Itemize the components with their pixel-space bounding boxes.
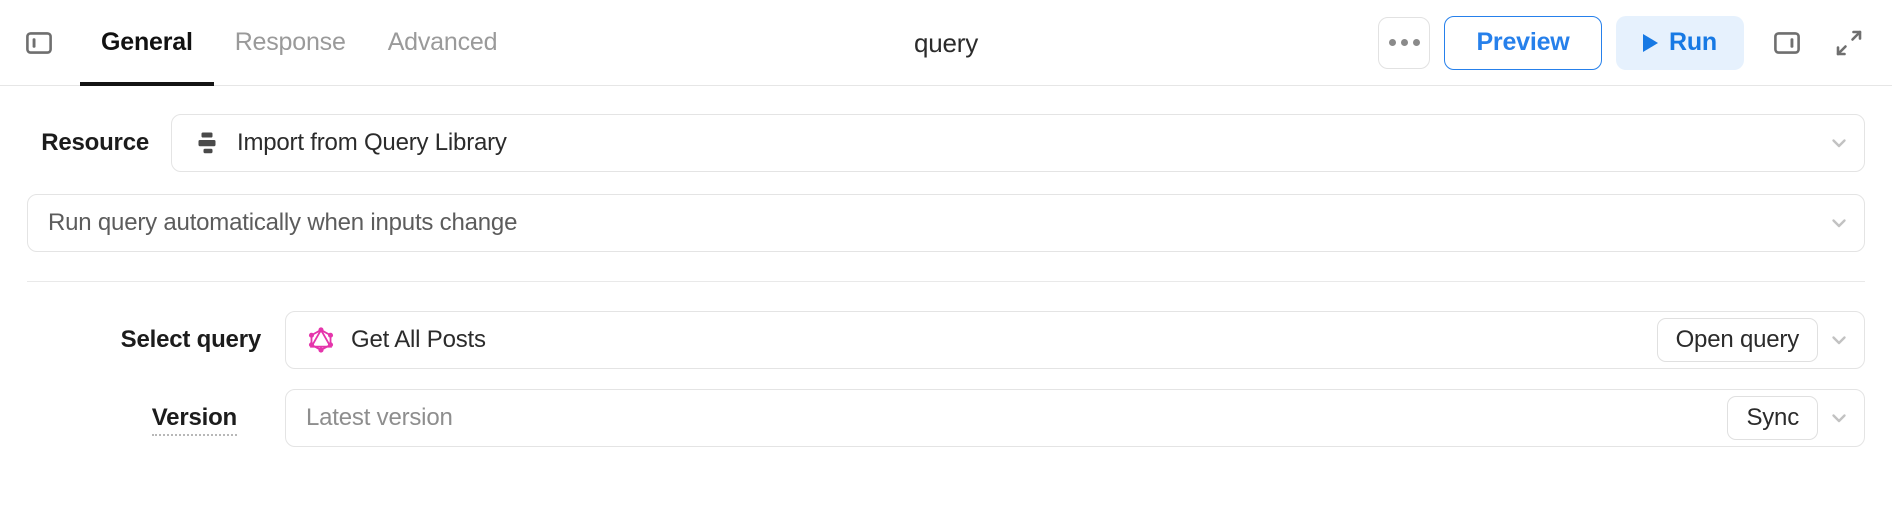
panel-left-icon — [26, 31, 52, 54]
panel-right-icon — [1774, 31, 1800, 54]
panel-left-toggle-button[interactable] — [22, 26, 56, 60]
dot-icon — [1388, 39, 1396, 46]
run-mode-value: Run query automatically when inputs chan… — [48, 209, 518, 236]
select-query-value: Get All Posts — [351, 326, 486, 353]
select-query-select[interactable]: Get All Posts Open query — [285, 311, 1865, 369]
tab-bar: General Response Advanced — [80, 0, 518, 86]
chevron-down-icon — [1826, 327, 1852, 353]
chevron-down-icon — [1826, 210, 1852, 236]
panel-header: General Response Advanced query Preview … — [0, 0, 1892, 86]
chevron-down-icon — [1826, 130, 1852, 156]
run-button-label: Run — [1669, 28, 1717, 56]
tab-advanced[interactable]: Advanced — [367, 0, 519, 86]
expand-diagonal-icon — [1836, 30, 1862, 55]
resource-row: Resource Import from Query Library — [27, 114, 1865, 172]
run-mode-row: Run query automatically when inputs chan… — [27, 194, 1865, 252]
chevron-down-icon — [1826, 405, 1852, 431]
sync-button[interactable]: Sync — [1727, 396, 1818, 440]
version-value: Latest version — [306, 404, 453, 431]
resource-label: Resource — [41, 129, 149, 156]
section-divider-wrap — [27, 281, 1865, 282]
open-query-button[interactable]: Open query — [1656, 318, 1818, 362]
dot-icon — [1400, 39, 1408, 46]
preview-button[interactable]: Preview — [1444, 15, 1602, 70]
version-row: Version Latest version Sync — [27, 389, 1865, 447]
more-options-button[interactable] — [1378, 16, 1430, 69]
tab-advanced-label: Advanced — [387, 28, 498, 56]
panel-body: Resource Import from Query Library Run q… — [0, 114, 1892, 447]
panel-right-toggle-button[interactable] — [1768, 24, 1806, 62]
tab-general-label: General — [101, 28, 193, 56]
version-label-wrap: Version — [27, 404, 261, 436]
version-label: Version — [151, 404, 237, 436]
dot-icon — [1412, 39, 1420, 46]
query-library-icon — [192, 128, 222, 158]
version-select[interactable]: Latest version Sync — [285, 389, 1865, 447]
section-divider — [27, 281, 1865, 282]
header-actions: Preview Run — [1378, 15, 1868, 70]
query-editor-panel: General Response Advanced query Preview … — [0, 0, 1892, 522]
tab-response-label: Response — [234, 28, 346, 56]
select-query-row: Select query Get All Posts Open query — [27, 311, 1865, 369]
play-icon — [1643, 33, 1658, 52]
expand-fullscreen-button[interactable] — [1830, 24, 1868, 62]
run-button[interactable]: Run — [1616, 15, 1744, 70]
graphql-icon — [306, 325, 336, 355]
resource-select[interactable]: Import from Query Library — [171, 114, 1865, 172]
tab-response[interactable]: Response — [214, 0, 367, 86]
run-mode-select[interactable]: Run query automatically when inputs chan… — [27, 194, 1865, 252]
resource-value: Import from Query Library — [237, 129, 507, 156]
tab-general[interactable]: General — [80, 0, 214, 86]
select-query-label: Select query — [120, 326, 262, 353]
